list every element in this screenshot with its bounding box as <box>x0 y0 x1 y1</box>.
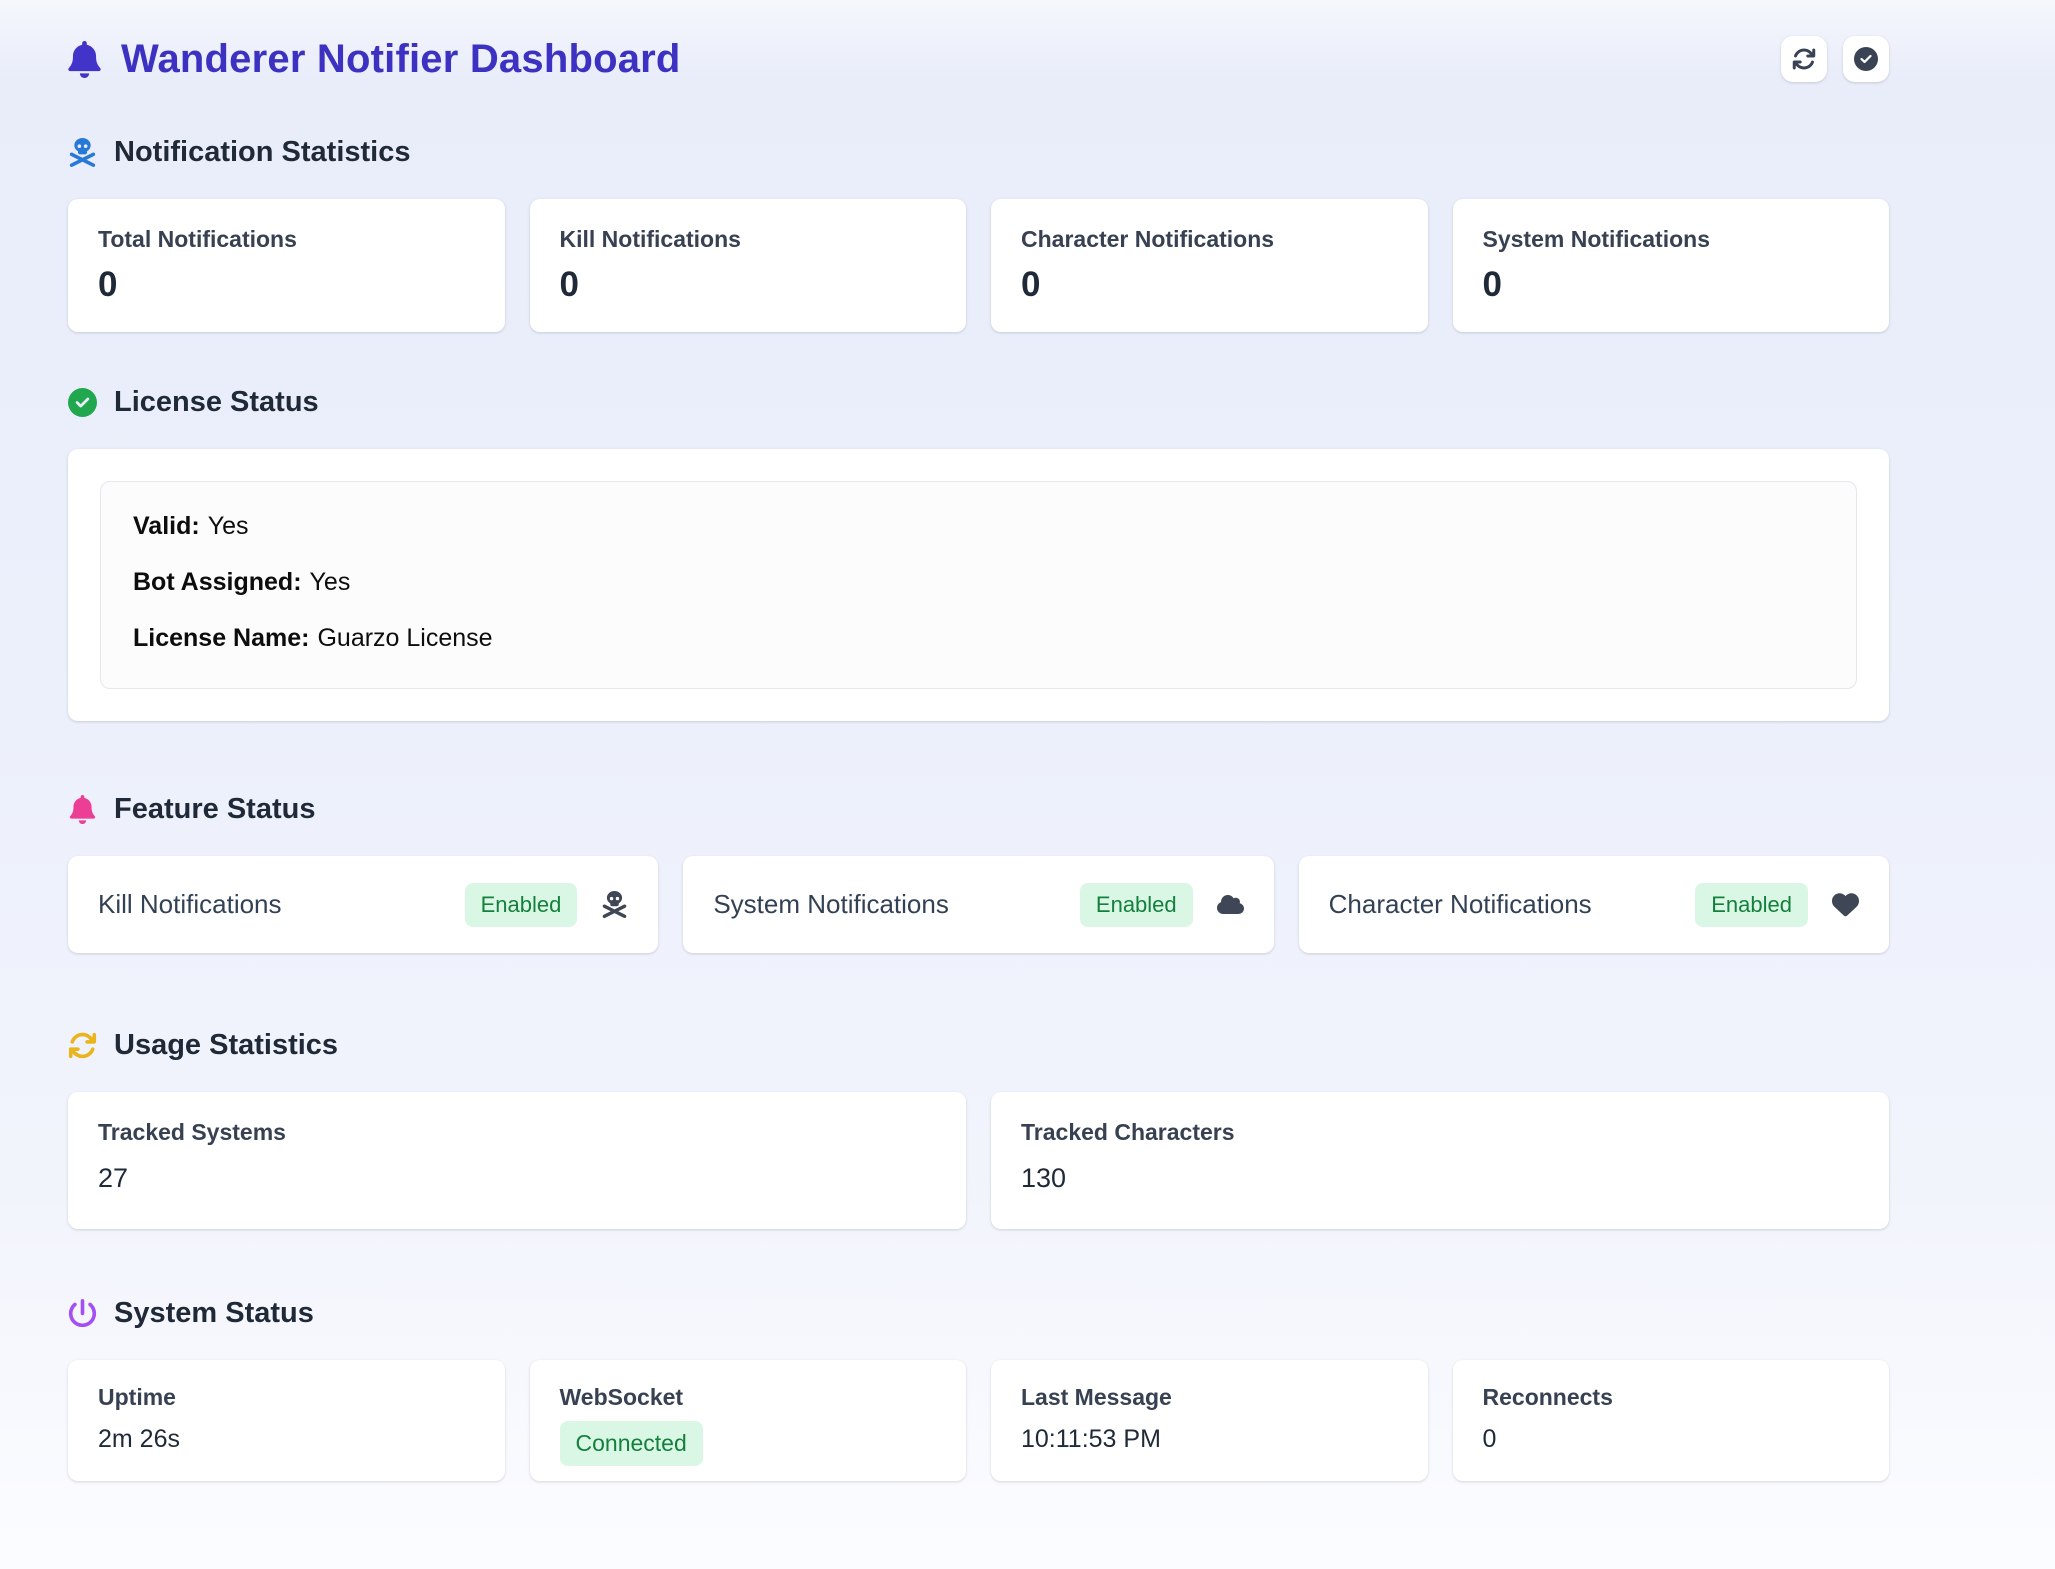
system-card-websocket: WebSocket Connected <box>530 1360 967 1481</box>
usage-value: 27 <box>98 1163 936 1194</box>
stat-label: Total Notifications <box>98 226 475 253</box>
section-title: Usage Statistics <box>114 1029 338 1062</box>
license-details-box: Valid: Yes Bot Assigned: Yes License Name:… <box>100 481 1857 689</box>
license-grid: Valid: Yes Bot Assigned: Yes License Name:… <box>68 449 1889 721</box>
skull-crossbones-icon <box>601 891 628 918</box>
cloud-icon <box>1217 891 1244 918</box>
section-header: Notification Statistics <box>68 136 1889 169</box>
refresh-icon <box>1792 47 1816 71</box>
confirm-button[interactable] <box>1843 36 1889 82</box>
feature-status-group: Enabled <box>465 883 629 927</box>
section-notification-statistics: Notification Statistics Total Notificati… <box>68 136 1889 332</box>
system-value: 10:11:53 PM <box>1021 1425 1398 1454</box>
system-label: Last Message <box>1021 1384 1398 1411</box>
system-value: 0 <box>1483 1425 1860 1454</box>
stat-label: Character Notifications <box>1021 226 1398 253</box>
license-field-label: License Name: <box>133 624 309 652</box>
system-label: Uptime <box>98 1384 475 1411</box>
stat-label: Kill Notifications <box>560 226 937 253</box>
title-group: Wanderer Notifier Dashboard <box>68 37 681 82</box>
license-field-label: Valid: <box>133 512 200 540</box>
refresh-icon <box>68 1031 97 1060</box>
system-card-grid: Uptime 2m 26s WebSocket Connected Last M… <box>68 1360 1889 1481</box>
page-title: Wanderer Notifier Dashboard <box>121 37 681 82</box>
license-card: Valid: Yes Bot Assigned: Yes License Name:… <box>68 449 1889 721</box>
skull-crossbones-icon <box>68 138 97 167</box>
stat-value: 0 <box>560 265 937 305</box>
usage-card-grid: Tracked Systems 27 Tracked Characters 13… <box>68 1092 1889 1229</box>
license-bot-row: Bot Assigned: Yes <box>133 568 1824 597</box>
license-field-label: Bot Assigned: <box>133 568 302 596</box>
section-system-status: System Status Uptime 2m 26s WebSocket Co… <box>68 1297 1889 1481</box>
system-label: WebSocket <box>560 1384 937 1411</box>
stat-card-kill: Kill Notifications 0 <box>530 199 967 332</box>
section-header: System Status <box>68 1297 1889 1330</box>
header-actions <box>1781 36 1889 82</box>
section-header: Usage Statistics <box>68 1029 1889 1062</box>
stat-card-total: Total Notifications 0 <box>68 199 505 332</box>
system-card-uptime: Uptime 2m 26s <box>68 1360 505 1481</box>
refresh-button[interactable] <box>1781 36 1827 82</box>
feature-card-kill: Kill Notifications Enabled <box>68 856 658 953</box>
feature-card-grid: Kill Notifications Enabled System Notifi… <box>68 856 1889 953</box>
section-usage-statistics: Usage Statistics Tracked Systems 27 Trac… <box>68 1029 1889 1229</box>
status-badge: Enabled <box>1080 883 1193 927</box>
usage-card-systems: Tracked Systems 27 <box>68 1092 966 1229</box>
license-valid-row: Valid: Yes <box>133 512 1824 541</box>
bell-icon <box>68 41 101 78</box>
stat-card-grid: Total Notifications 0 Kill Notifications… <box>68 199 1889 332</box>
section-header: License Status <box>68 386 1889 419</box>
license-field-value: Yes <box>208 512 249 540</box>
check-circle-icon <box>68 388 97 417</box>
license-name-row: License Name: Guarzo License <box>133 624 1824 653</box>
stat-value: 0 <box>1021 265 1398 305</box>
feature-label: System Notifications <box>713 889 949 920</box>
stat-label: System Notifications <box>1483 226 1860 253</box>
feature-status-group: Enabled <box>1695 883 1859 927</box>
feature-card-character: Character Notifications Enabled <box>1299 856 1889 953</box>
section-title: Notification Statistics <box>114 136 411 169</box>
heart-icon <box>1832 891 1859 918</box>
usage-label: Tracked Characters <box>1021 1119 1859 1146</box>
stat-value: 0 <box>1483 265 1860 305</box>
section-title: System Status <box>114 1297 314 1330</box>
license-field-value: Guarzo License <box>317 624 492 652</box>
feature-label: Kill Notifications <box>98 889 282 920</box>
feature-label: Character Notifications <box>1329 889 1592 920</box>
status-badge: Enabled <box>1695 883 1808 927</box>
dashboard-page: Wanderer Notifier Dashboard Notification… <box>68 0 1889 1481</box>
connection-badge: Connected <box>560 1421 703 1466</box>
feature-card-system: System Notifications Enabled <box>683 856 1273 953</box>
section-header: Feature Status <box>68 793 1889 826</box>
usage-value: 130 <box>1021 1163 1859 1194</box>
power-icon <box>68 1299 97 1328</box>
stat-card-character: Character Notifications 0 <box>991 199 1428 332</box>
feature-status-group: Enabled <box>1080 883 1244 927</box>
stat-card-system: System Notifications 0 <box>1453 199 1890 332</box>
check-circle-icon <box>1854 47 1878 71</box>
section-feature-status: Feature Status Kill Notifications Enable… <box>68 793 1889 953</box>
section-license-status: License Status Valid: Yes Bot Assigned: Ye… <box>68 386 1889 721</box>
license-field-value: Yes <box>310 568 351 596</box>
usage-card-characters: Tracked Characters 130 <box>991 1092 1889 1229</box>
status-badge: Enabled <box>465 883 578 927</box>
stat-value: 0 <box>98 265 475 305</box>
system-value: 2m 26s <box>98 1425 475 1454</box>
system-label: Reconnects <box>1483 1384 1860 1411</box>
section-title: Feature Status <box>114 793 315 826</box>
header: Wanderer Notifier Dashboard <box>68 36 1889 82</box>
system-card-last-message: Last Message 10:11:53 PM <box>991 1360 1428 1481</box>
section-title: License Status <box>114 386 319 419</box>
bell-icon <box>68 795 97 824</box>
system-card-reconnects: Reconnects 0 <box>1453 1360 1890 1481</box>
usage-label: Tracked Systems <box>98 1119 936 1146</box>
